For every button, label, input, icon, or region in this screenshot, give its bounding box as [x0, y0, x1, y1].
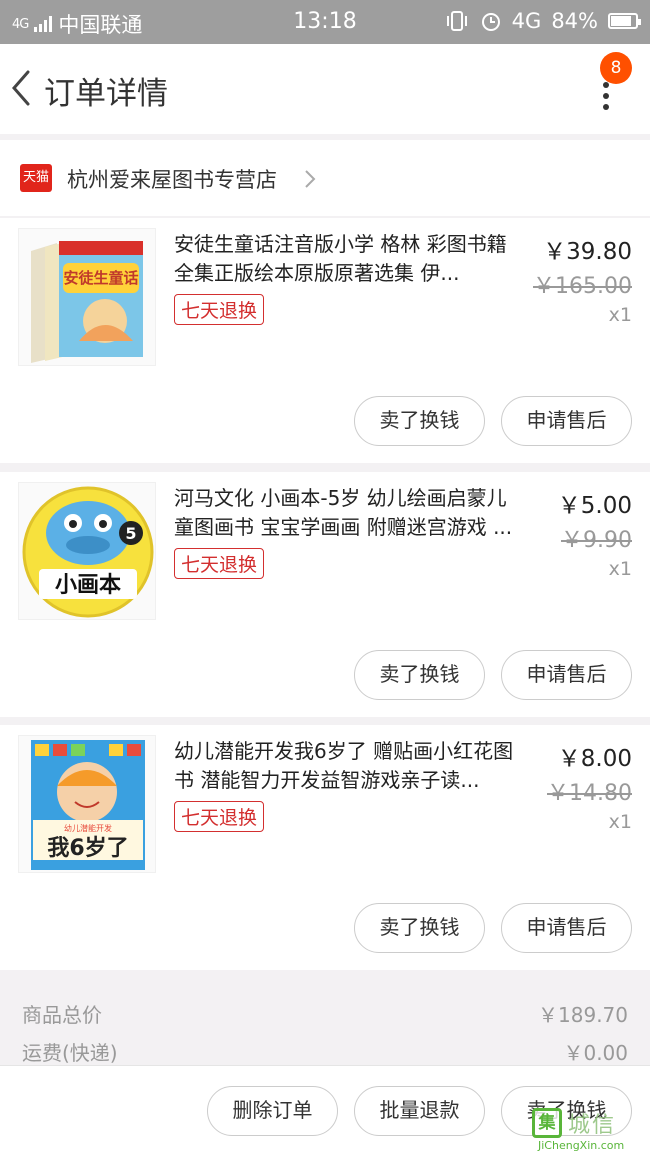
- battery-percent: 84%: [551, 9, 598, 33]
- more-menu-icon[interactable]: [598, 82, 614, 112]
- sell-button[interactable]: 卖了换钱: [354, 903, 485, 953]
- status-bar: 4G 中国联通 13:18 4G 84%: [0, 0, 650, 44]
- goods-total-value: ￥189.70: [538, 1003, 628, 1027]
- book-cover-andersen: 安徒生童话: [19, 229, 155, 365]
- product-price: ￥5.00: [557, 493, 632, 519]
- product-name[interactable]: 安徒生童话注音版小学 格林 彩图书籍 全集正版绘本原版原著选集 伊...: [174, 230, 524, 288]
- product-thumbnail[interactable]: 幼儿潜能开发 我6岁了: [18, 735, 156, 873]
- product-thumbnail[interactable]: 安徒生童话: [18, 228, 156, 366]
- watermark-url: JiChengXin.com: [538, 1139, 625, 1152]
- shipping-value: ￥0.00: [563, 1041, 628, 1065]
- book-cover-drawing: 5 小画本: [19, 483, 155, 619]
- quantity: x1: [608, 304, 632, 326]
- product-price: ￥8.00: [557, 746, 632, 772]
- goods-total-label: 商品总价: [22, 1003, 102, 1027]
- goods-total-row: 商品总价 ￥189.70: [22, 999, 628, 1028]
- cover-title: 小画本: [55, 573, 121, 598]
- product-price: ￥39.80: [543, 239, 632, 265]
- back-arrow-icon[interactable]: [6, 66, 36, 110]
- return-policy-tag: 七天退换: [174, 801, 265, 832]
- order-summary: 商品总价 ￥189.70 运费(快递) ￥0.00: [0, 985, 650, 1075]
- chevron-right-icon: [305, 170, 316, 188]
- original-price: ￥165.00: [533, 274, 632, 299]
- after-sale-button[interactable]: 申请售后: [501, 903, 632, 953]
- shipping-row: 运费(快递) ￥0.00: [22, 1037, 628, 1066]
- delete-order-button[interactable]: 删除订单: [207, 1086, 338, 1136]
- watermark: 集 城信 JiChengXin.com: [530, 1105, 648, 1153]
- battery-fill: [611, 16, 632, 26]
- cover-subtitle: 幼儿潜能开发: [64, 823, 112, 833]
- battery-icon: [608, 13, 641, 29]
- product-thumbnail[interactable]: 5 小画本: [18, 482, 156, 620]
- store-name[interactable]: 杭州爱来屋图书专营店: [67, 164, 277, 194]
- nav-bar: 订单详情 8: [0, 44, 650, 134]
- cover-number: 5: [125, 524, 136, 543]
- status-right: 4G 84%: [444, 9, 641, 33]
- batch-refund-button[interactable]: 批量退款: [354, 1086, 485, 1136]
- data-type-indicator: 4G: [511, 9, 542, 33]
- original-price: ￥9.90: [561, 528, 632, 553]
- vibrate-icon: [446, 11, 467, 31]
- watermark-logo-icon: 集: [532, 1108, 562, 1138]
- book-cover-six: 幼儿潜能开发 我6岁了: [19, 736, 155, 872]
- order-item: 幼儿潜能开发 我6岁了 幼儿潜能开发我6岁了 赠贴画小红花图书 潜能智力开发益智…: [0, 725, 650, 970]
- watermark-text: 城信: [568, 1113, 617, 1138]
- alarm-icon: [481, 13, 500, 31]
- order-item: 安徒生童话 安徒生童话注音版小学 格林 彩图书籍 全集正版绘本原版原著选集 伊.…: [0, 218, 650, 463]
- return-policy-tag: 七天退换: [174, 294, 265, 325]
- notification-badge: 8: [600, 52, 632, 84]
- shipping-label: 运费(快递): [22, 1041, 118, 1065]
- sell-button[interactable]: 卖了换钱: [354, 650, 485, 700]
- after-sale-button[interactable]: 申请售后: [501, 650, 632, 700]
- after-sale-button[interactable]: 申请售后: [501, 396, 632, 446]
- sell-button[interactable]: 卖了换钱: [354, 396, 485, 446]
- tmall-logo-icon: 天猫: [20, 164, 52, 192]
- return-policy-tag: 七天退换: [174, 548, 265, 579]
- cover-title: 我6岁了: [47, 835, 128, 861]
- original-price: ￥14.80: [547, 781, 632, 806]
- order-item: 5 小画本 河马文化 小画本-5岁 幼儿绘画启蒙儿童图画书 宝宝学画画 附赠迷宫…: [0, 472, 650, 717]
- cover-title: 安徒生童话: [63, 269, 138, 287]
- product-name[interactable]: 河马文化 小画本-5岁 幼儿绘画启蒙儿童图画书 宝宝学画画 附赠迷宫游戏 ...: [174, 484, 524, 542]
- quantity: x1: [608, 811, 632, 833]
- product-name[interactable]: 幼儿潜能开发我6岁了 赠贴画小红花图书 潜能智力开发益智游戏亲子读...: [174, 737, 524, 795]
- page-title: 订单详情: [44, 76, 168, 112]
- store-row[interactable]: 天猫 杭州爱来屋图书专营店: [0, 140, 650, 216]
- quantity: x1: [608, 558, 632, 580]
